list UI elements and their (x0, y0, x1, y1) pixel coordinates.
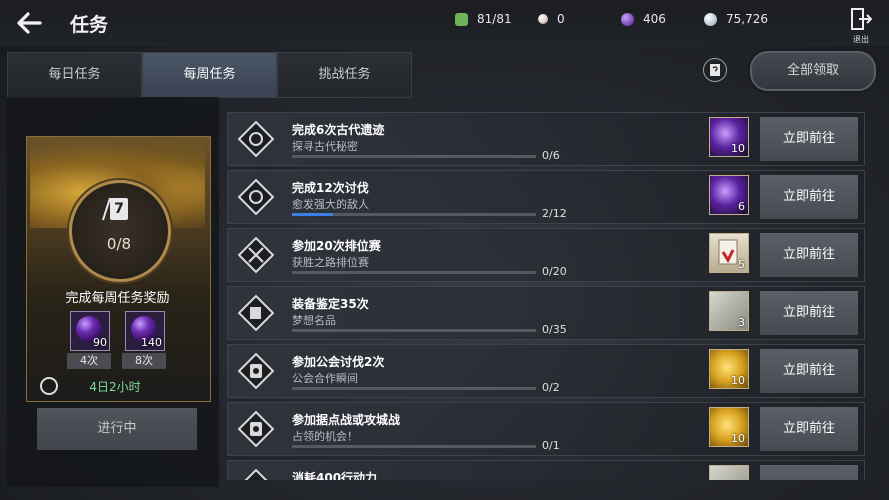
go-now-button[interactable]: 立即前往 (760, 349, 858, 393)
reward-slot-1[interactable]: 90 (70, 311, 110, 351)
resource-coin: 75,726 (704, 11, 768, 27)
quest-reward-qty: 5 (738, 258, 745, 271)
tab-daily[interactable]: 每日任务 (7, 52, 142, 98)
quest-reward-qty: 10 (731, 432, 745, 445)
weekly-progress-text: 0/8 (106, 235, 132, 253)
quest-title: 完成12次讨伐 (292, 181, 369, 195)
quest-reward-qty: 10 (731, 374, 745, 387)
pearl-icon (538, 14, 548, 24)
quest-subtitle: 探寻古代秘密 (292, 140, 358, 153)
exit-button[interactable]: 退出 (849, 8, 873, 44)
quill-icon (102, 197, 111, 221)
quest-progress-bar (292, 213, 536, 216)
reward-tier-tag: 4次 (67, 353, 111, 369)
resource-gem: 406 (621, 11, 666, 27)
quest-subtitle: 公会合作瞬间 (292, 372, 358, 385)
quest-row: 参加据点战或攻城战 占领的机会！ 0/1 10 立即前往 (227, 402, 865, 456)
quest-row: 装备鉴定35次 梦想名品 0/35 3 立即前往 (227, 286, 865, 340)
quest-subtitle: 梦想名品 (292, 314, 336, 327)
quest-reward-qty: 3 (738, 316, 745, 329)
quest-progress-bar (292, 445, 536, 448)
tab-weekly[interactable]: 每周任务 (142, 52, 277, 98)
quest-reward-slot[interactable]: 10 (709, 117, 749, 157)
quest-progress-bar (292, 271, 536, 274)
go-now-button[interactable]: 立即前往 (760, 233, 858, 277)
quest-reward-slot[interactable]: 10 (709, 407, 749, 447)
resource-pearl: 0 (538, 11, 565, 27)
claim-all-button[interactable]: 全部领取 (750, 51, 876, 91)
quest-reward-slot[interactable]: 6 (709, 175, 749, 215)
quest-list: 完成6次古代遗迹 探寻古代秘密 0/6 10 立即前往 完成12次讨伐 愈发强大… (227, 104, 881, 480)
reward-qty: 140 (141, 336, 162, 349)
go-now-button[interactable]: 立即前往 (760, 175, 858, 219)
resource-energy: 81/81 (455, 11, 512, 27)
energy-badge-icon (455, 12, 468, 26)
quest-subtitle: 愈发强大的敌人 (292, 198, 369, 211)
guild-icon (238, 353, 274, 389)
appraise-icon (238, 295, 274, 331)
quest-row: 参加20次排位赛 获胜之路排位赛 0/20 5 立即前往 (227, 228, 865, 282)
ruins-icon (238, 469, 274, 480)
back-arrow-icon[interactable] (14, 8, 44, 38)
resource-coin-value: 75,726 (726, 12, 768, 26)
resource-gem-value: 406 (643, 12, 666, 26)
guild-icon (238, 411, 274, 447)
silver-coin-icon (704, 12, 717, 26)
go-now-button[interactable]: 立即前往 (760, 407, 858, 451)
quest-reward-qty: 10 (731, 142, 745, 155)
quest-progress-bar (292, 155, 536, 158)
quest-reward-slot[interactable]: 3 (709, 291, 749, 331)
quest-reward-slot[interactable]: 10 (709, 349, 749, 389)
quest-count: 0/6 (542, 149, 560, 162)
exit-door-icon (851, 8, 873, 30)
weekly-reward-title: 完成每周任务奖励 (65, 291, 170, 306)
quest-row: 消耗400行动力 (227, 460, 865, 480)
go-now-button[interactable]: 立即前往 (760, 117, 858, 161)
ruins-icon (238, 121, 274, 157)
quest-row: 完成6次古代遗迹 探寻古代秘密 0/6 10 立即前往 (227, 112, 865, 166)
resource-energy-value: 81/81 (477, 12, 512, 26)
clock-icon (40, 377, 58, 395)
crossed-swords-icon (238, 237, 274, 273)
quest-reward-slot[interactable] (709, 465, 749, 480)
quest-count: 2/12 (542, 207, 567, 220)
purple-gem-icon (621, 12, 634, 26)
reward-tier-tag: 8次 (122, 353, 166, 369)
quest-reward-qty: 6 (738, 200, 745, 213)
quest-row: 完成12次讨伐 愈发强大的敌人 2/12 6 立即前往 (227, 170, 865, 224)
quest-reward-slot[interactable]: 5 (709, 233, 749, 273)
quest-title: 参加20次排位赛 (292, 239, 381, 253)
reward-slot-2[interactable]: 140 (125, 311, 165, 351)
ruins-icon (238, 179, 274, 215)
time-remaining: 4日2小时 (89, 380, 141, 394)
quest-title: 消耗400行动力 (292, 471, 378, 480)
quest-progress-bar (292, 387, 536, 390)
quest-title: 参加据点战或攻城战 (292, 413, 401, 427)
quest-row: 参加公会讨伐2次 公会合作瞬间 0/2 10 立即前往 (227, 344, 865, 398)
quest-count: 0/20 (542, 265, 567, 278)
resource-pearl-value: 0 (557, 12, 565, 26)
quest-title: 参加公会讨伐2次 (292, 355, 385, 369)
progress-ring (69, 180, 171, 282)
go-now-button[interactable] (760, 465, 858, 480)
quest-progress-bar (292, 329, 536, 332)
quest-subtitle: 获胜之路排位赛 (292, 256, 369, 269)
in-progress-button[interactable]: 进行中 (37, 408, 197, 450)
page-title: 任务 (70, 14, 109, 36)
quest-title: 完成6次古代遗迹 (292, 123, 385, 137)
quest-count: 0/2 (542, 381, 560, 394)
quest-title: 装备鉴定35次 (292, 297, 369, 311)
exit-label: 退出 (853, 35, 869, 44)
reward-qty: 90 (93, 336, 107, 349)
quest-count: 0/1 (542, 439, 560, 452)
tab-challenge[interactable]: 挑战任务 (277, 52, 412, 98)
go-now-button[interactable]: 立即前往 (760, 291, 858, 335)
quest-count: 0/35 (542, 323, 567, 336)
guide-book-icon[interactable] (703, 58, 727, 82)
week-badge: 7 (110, 198, 128, 220)
tab-bar: 每日任务 每周任务 挑战任务 (7, 52, 412, 98)
quest-subtitle: 占领的机会！ (292, 430, 358, 443)
